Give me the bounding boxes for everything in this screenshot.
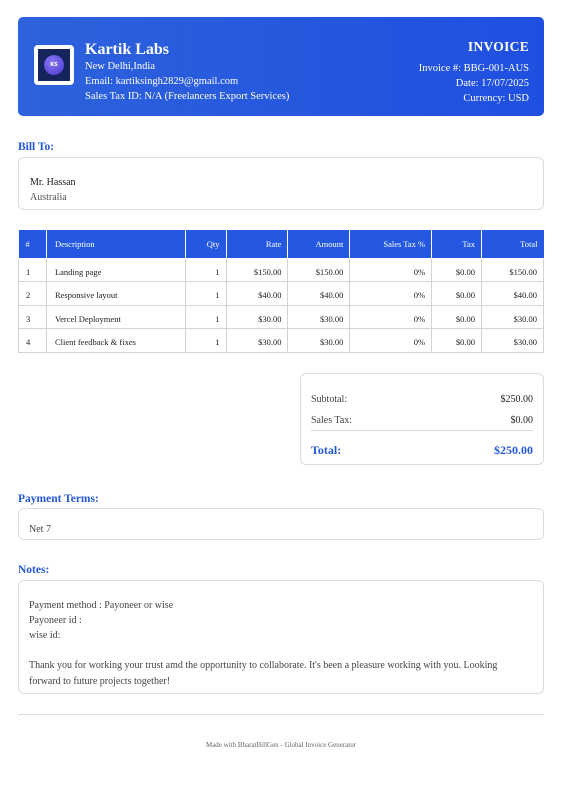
notes-payoneer-id: Payoneer id :	[29, 615, 82, 626]
cell-qty: 1	[184, 257, 227, 282]
table-row: 3 Vercel Deployment 1 $30.00 $30.00 0% $…	[18, 304, 544, 329]
invoice-number: Invoice #: BBG-001-AUS	[418, 63, 529, 74]
subtotal-label: Subtotal:	[311, 394, 348, 405]
company-email: Email: kartiksingh2829@gmail.com	[85, 76, 239, 87]
invoice-currency: Currency: USD	[463, 93, 529, 104]
company-name: Kartik Labs	[85, 41, 170, 58]
cell-amount: $150.00	[287, 257, 351, 282]
cell-number: 4	[18, 328, 47, 353]
invoice-header: KS Kartik Labs New Delhi,India Email: ka…	[18, 17, 544, 116]
cell-rate: $30.00	[225, 328, 289, 353]
cell-qty: 1	[184, 304, 227, 329]
client-country: Australia	[30, 192, 67, 203]
footer-credit: Made with BharatBillGen - Global Invoice…	[205, 741, 357, 749]
subtotal-row: Subtotal: $250.00	[311, 394, 533, 405]
col-header-number: #	[18, 230, 47, 259]
totals-divider	[311, 430, 533, 431]
logo-badge: KS	[44, 55, 64, 75]
cell-description: Landing page	[45, 257, 186, 282]
cell-rate: $40.00	[225, 281, 289, 306]
cell-tax: $0.00	[431, 257, 483, 282]
table-row: 2 Responsive layout 1 $40.00 $40.00 0% $…	[18, 281, 544, 306]
cell-tax-pct: 0%	[349, 281, 433, 306]
cell-number: 1	[18, 257, 47, 282]
cell-tax-pct: 0%	[349, 304, 433, 329]
bill-to-title: Bill To:	[18, 141, 55, 153]
payment-terms-title: Payment Terms:	[18, 493, 99, 505]
notes-box: Payment method : Payoneer or wise Payone…	[18, 580, 544, 694]
payment-terms-box: Net 7	[18, 508, 544, 540]
company-tax-id: Sales Tax ID: N/A (Freelancers Export Se…	[85, 91, 290, 102]
col-header-total: Total	[481, 230, 544, 259]
client-name: Mr. Hassan	[30, 177, 76, 188]
subtotal-value: $250.00	[500, 394, 534, 405]
sales-tax-value: $0.00	[510, 415, 534, 426]
sales-tax-row: Sales Tax: $0.00	[311, 415, 533, 426]
col-header-amount: Amount	[287, 230, 351, 259]
payment-terms-text: Net 7	[29, 524, 51, 535]
cell-tax-pct: 0%	[349, 257, 433, 282]
cell-rate: $30.00	[225, 304, 289, 329]
cell-description: Client feedback & fixes	[45, 328, 186, 353]
cell-rate: $150.00	[225, 257, 289, 282]
bill-to-box: Mr. Hassan Australia	[18, 157, 544, 210]
col-header-sales-tax-pct: Sales Tax %	[349, 230, 433, 259]
col-header-description: Description	[45, 230, 186, 259]
cell-amount: $40.00	[287, 281, 351, 306]
cell-tax: $0.00	[431, 304, 483, 329]
cell-amount: $30.00	[287, 304, 351, 329]
cell-tax: $0.00	[431, 281, 483, 306]
col-header-rate: Rate	[225, 230, 289, 259]
cell-number: 3	[18, 304, 47, 329]
cell-total: $40.00	[481, 281, 544, 306]
notes-thanks: Thank you for working your trust amd the…	[29, 660, 498, 687]
cell-description: Vercel Deployment	[45, 304, 186, 329]
total-label: Total:	[311, 443, 342, 457]
notes-title: Notes:	[18, 564, 50, 576]
cell-qty: 1	[184, 281, 227, 306]
notes-wise-id: wise id:	[29, 630, 61, 641]
cell-qty: 1	[184, 328, 227, 353]
notes-payment-method: Payment method : Payoneer or wise	[29, 600, 174, 611]
logo-initials: KS	[50, 62, 58, 68]
table-row: 1 Landing page 1 $150.00 $150.00 0% $0.0…	[18, 257, 544, 282]
company-logo: KS	[34, 45, 74, 85]
logo-background: KS	[38, 49, 70, 81]
items-table: # Description Qty Rate Amount Sales Tax …	[18, 230, 544, 353]
col-header-tax: Tax	[431, 230, 483, 259]
table-header-row: # Description Qty Rate Amount Sales Tax …	[18, 230, 544, 259]
total-value: $250.00	[494, 443, 533, 457]
cell-description: Responsive layout	[45, 281, 186, 306]
cell-total: $150.00	[481, 257, 544, 282]
invoice-title: INVOICE	[467, 39, 529, 54]
footer-divider	[18, 714, 544, 715]
grand-total-row: Total: $250.00	[311, 443, 533, 458]
sales-tax-label: Sales Tax:	[311, 415, 353, 426]
cell-amount: $30.00	[287, 328, 351, 353]
cell-total: $30.00	[481, 304, 544, 329]
company-location: New Delhi,India	[85, 61, 155, 72]
col-header-qty: Qty	[184, 230, 227, 259]
table-row: 4 Client feedback & fixes 1 $30.00 $30.0…	[18, 328, 544, 353]
totals-box: Subtotal: $250.00 Sales Tax: $0.00 Total…	[300, 373, 544, 465]
invoice-date: Date: 17/07/2025	[455, 78, 529, 89]
cell-tax-pct: 0%	[349, 328, 433, 353]
cell-tax: $0.00	[431, 328, 483, 353]
cell-total: $30.00	[481, 328, 544, 353]
cell-number: 2	[18, 281, 47, 306]
